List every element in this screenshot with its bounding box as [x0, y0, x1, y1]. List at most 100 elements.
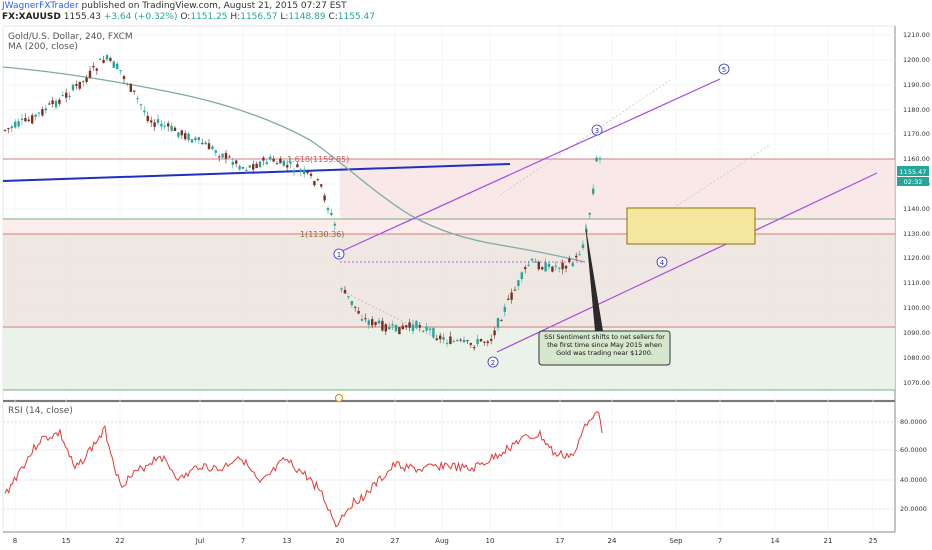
- candle-body: [95, 68, 98, 71]
- candle-body: [388, 327, 391, 330]
- time-tick-label: Jul: [195, 537, 205, 545]
- candle-body: [598, 158, 602, 160]
- candle-body: [116, 63, 119, 70]
- candle-body: [177, 132, 180, 137]
- candle-body: [143, 110, 146, 113]
- candle-body: [78, 81, 81, 89]
- candle-body: [122, 76, 126, 80]
- candle-body: [449, 336, 452, 344]
- candle-body: [194, 137, 197, 141]
- candle-body: [129, 83, 132, 92]
- chart-title: Gold/U.S. Dollar, 240, FXCM: [8, 32, 133, 42]
- candle-body: [303, 169, 306, 175]
- candle-body: [296, 164, 299, 168]
- rsi-tick-label: 60.0000: [900, 446, 927, 454]
- time-tick-label: 17: [556, 537, 565, 545]
- candle-body: [493, 330, 496, 336]
- candle-body: [99, 58, 102, 60]
- candle-body: [442, 337, 445, 340]
- candle-body: [473, 347, 476, 349]
- candle-body: [262, 157, 265, 161]
- candle-body: [160, 123, 163, 127]
- candle-body: [133, 90, 136, 92]
- fib-zone-lower[interactable]: [3, 327, 895, 390]
- candle-body: [357, 310, 360, 314]
- candle-body: [241, 167, 245, 169]
- candle-body: [391, 324, 394, 326]
- event-marker[interactable]: [335, 394, 343, 402]
- rsi-axis[interactable]: 80.0000 60.0000 40.0000 20.0000: [900, 418, 927, 513]
- candle-body: [513, 289, 517, 291]
- wave-2-label[interactable]: 2: [487, 356, 499, 368]
- fib-1618-label: 1.618(1159.85): [287, 155, 349, 164]
- fib-zone-mid[interactable]: [3, 234, 895, 327]
- candle-body: [354, 306, 357, 308]
- candle-body: [126, 83, 129, 85]
- time-tick-label: 20: [336, 537, 345, 545]
- candle-body: [452, 341, 455, 343]
- time-tick-label: 22: [116, 537, 125, 545]
- candle-body: [541, 267, 544, 270]
- price-tick-label: 1160.00: [903, 155, 930, 163]
- wave-3-label[interactable]: 3: [591, 124, 603, 136]
- price-chart[interactable]: 1 2 3 4 5 1.618(1159.85) 1(1130.36) SSI …: [0, 0, 932, 550]
- time-badge-text: 02:32: [904, 178, 923, 186]
- time-tick-label: 27: [391, 537, 400, 545]
- candle-body: [65, 92, 68, 98]
- price-axis[interactable]: 1210.00 1200.00 1190.00 1180.00 1170.00 1160.…: [903, 31, 930, 387]
- target-zone[interactable]: [626, 207, 756, 245]
- candle-body: [486, 341, 489, 344]
- wave-1-label[interactable]: 1: [333, 248, 345, 260]
- fib-zone-upper[interactable]: [340, 159, 895, 219]
- rsi-tick-label: 80.0000: [900, 418, 927, 426]
- price-tick-label: 1170.00: [903, 130, 930, 138]
- wave-5-label[interactable]: 5: [718, 63, 730, 75]
- last-price-badge-text: 1155.47: [900, 168, 927, 176]
- candle-body: [411, 324, 415, 331]
- candle-body: [496, 318, 500, 328]
- candle-body: [537, 261, 540, 270]
- candle-body: [231, 161, 234, 165]
- candle-body: [507, 298, 510, 300]
- candle-body: [503, 306, 506, 312]
- candle-body: [85, 77, 88, 82]
- candle-body: [326, 208, 330, 211]
- candle-body: [150, 120, 153, 123]
- ma-legend[interactable]: MA (200, close): [8, 42, 78, 52]
- svg-text:1: 1: [337, 251, 341, 259]
- wave-4-label[interactable]: 4: [656, 256, 668, 268]
- time-tick-label: 10: [486, 537, 495, 545]
- candle-body: [500, 320, 503, 322]
- candle-body: [92, 66, 95, 68]
- candle-body: [139, 104, 143, 106]
- candle-body: [119, 70, 122, 72]
- chart-workspace[interactable]: JWagnerFXTrader published on TradingView…: [0, 0, 932, 550]
- candle-body: [269, 156, 272, 160]
- candle-body: [170, 125, 173, 131]
- rsi-legend[interactable]: RSI (14, close): [8, 406, 73, 416]
- time-tick-label: Aug: [435, 537, 449, 545]
- candle-body: [510, 292, 513, 300]
- time-tick-label: 14: [771, 537, 780, 545]
- price-tick-label: 1200.00: [903, 56, 930, 64]
- candle-body: [279, 158, 282, 164]
- candle-body: [167, 123, 170, 127]
- candle-body: [408, 322, 411, 328]
- candle-body: [238, 165, 241, 170]
- candle-body: [595, 157, 598, 162]
- candle-body: [153, 122, 156, 127]
- candle-body: [374, 321, 377, 325]
- time-axis[interactable]: 8 15 22 Jul 7 13 20 27 Aug 10 17 24 Sep 7 14 21 25: [13, 537, 878, 545]
- svg-text:3: 3: [595, 127, 599, 135]
- candle-body: [309, 173, 313, 176]
- candle-body: [34, 114, 37, 117]
- candle-body: [571, 263, 574, 267]
- candle-body: [44, 108, 47, 111]
- candle-body: [31, 115, 34, 124]
- candle-body: [245, 169, 248, 171]
- candle-body: [286, 165, 289, 168]
- candle-body: [224, 152, 228, 159]
- candle-body: [578, 254, 581, 256]
- candle-body: [530, 258, 534, 261]
- time-tick-label: 13: [283, 537, 292, 545]
